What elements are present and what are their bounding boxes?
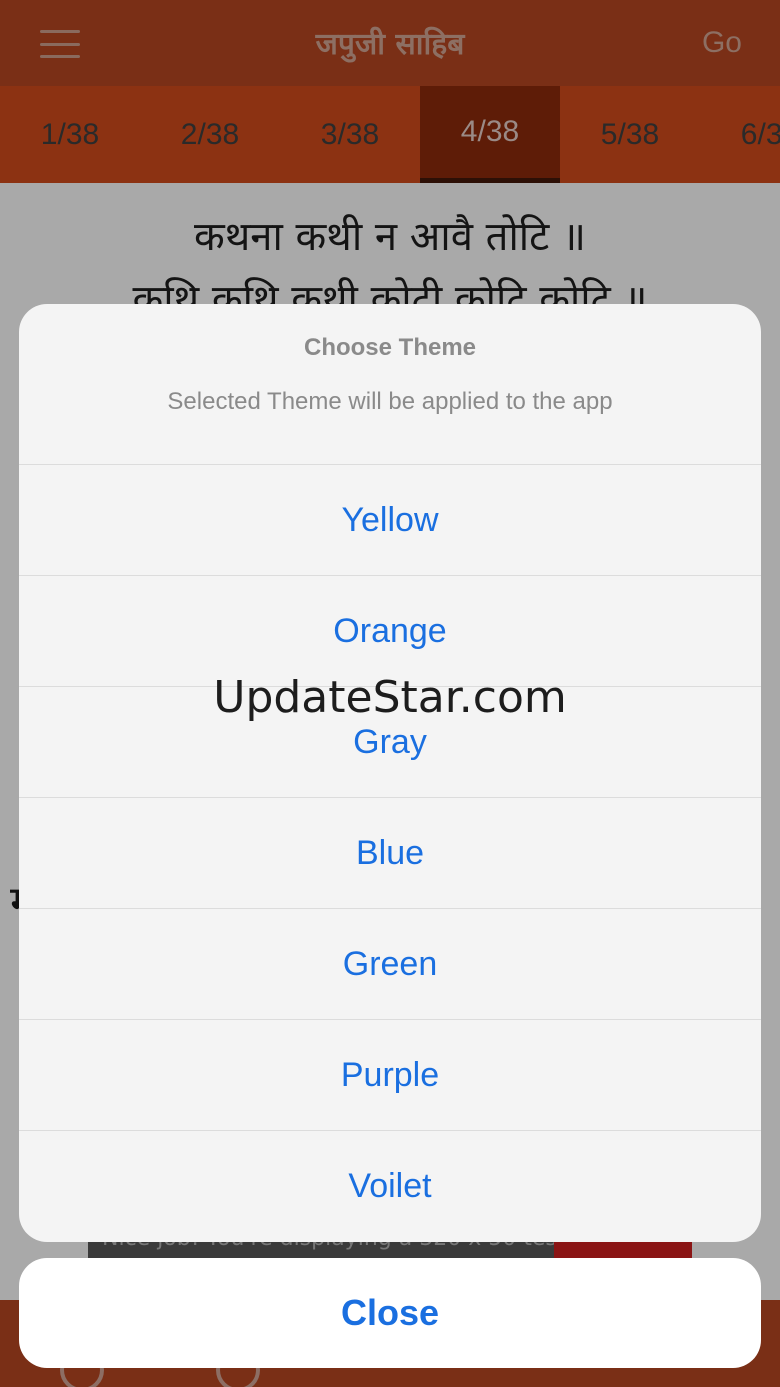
theme-option-blue[interactable]: Blue — [19, 798, 761, 909]
action-sheet-title: Choose Theme — [303, 334, 477, 361]
action-sheet-message: Selected Theme will be applied to the ap… — [167, 388, 613, 415]
theme-option-voilet[interactable]: Voilet — [19, 1131, 761, 1242]
theme-option-orange[interactable]: Orange — [19, 576, 761, 687]
action-sheet-header: Choose Theme Selected Theme will be appl… — [19, 304, 761, 465]
theme-option-purple[interactable]: Purple — [19, 1020, 761, 1131]
close-button[interactable]: Close — [19, 1258, 761, 1368]
theme-option-gray[interactable]: Gray — [19, 687, 761, 798]
theme-option-yellow[interactable]: Yellow — [19, 465, 761, 576]
theme-action-sheet: Choose Theme Selected Theme will be appl… — [19, 304, 761, 1242]
theme-option-green[interactable]: Green — [19, 909, 761, 1020]
